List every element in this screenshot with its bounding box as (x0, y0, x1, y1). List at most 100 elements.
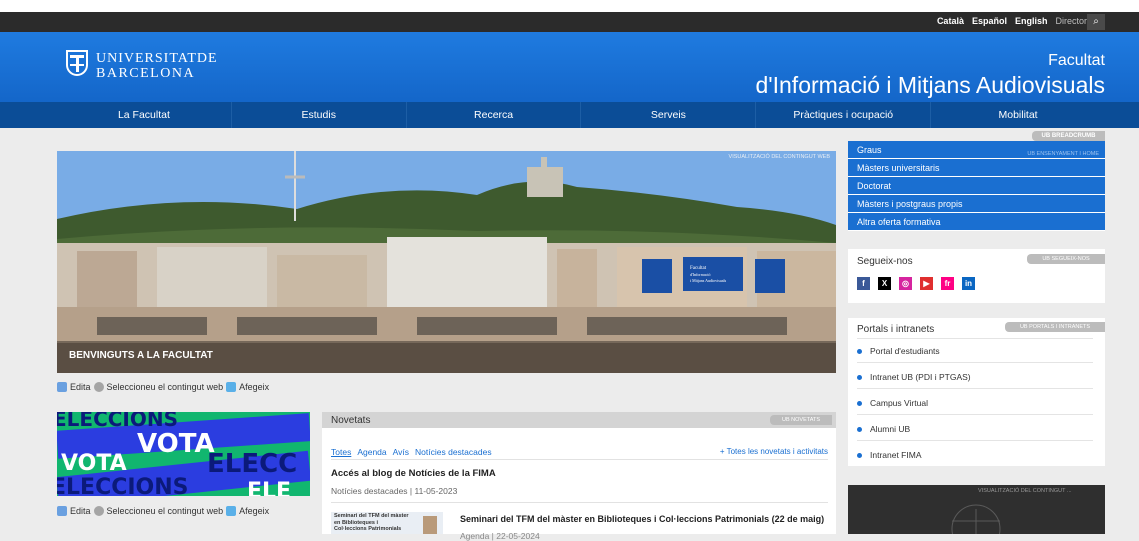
portal-item-intranet-ub[interactable]: Intranet UB (PDI i PTGAS) (857, 372, 971, 382)
bullet-icon (857, 348, 862, 354)
linkedin-icon[interactable]: in (962, 277, 975, 290)
add-icon (226, 506, 237, 516)
news-divider (331, 459, 828, 460)
select-content-link[interactable]: Seleccioneu el contingut web (107, 382, 224, 392)
building-sign-title: Facultat (690, 266, 707, 271)
news-tabs: Totes Agenda Avís Notícies destacades (331, 447, 492, 457)
nav-serveis[interactable]: Serveis (581, 102, 757, 128)
thumbnail-figure (423, 516, 437, 534)
news-tag: UB NOVETATS (770, 415, 832, 425)
news-panel: Novetats UB NOVETATS Totes Agenda Avís N… (322, 412, 836, 541)
facebook-icon[interactable]: f (857, 277, 870, 290)
tab-noticies-destacades[interactable]: Notícies destacades (415, 447, 492, 457)
follow-us-tag: UB SEGUEIX-NOS (1027, 254, 1105, 264)
follow-us-title: Segueix-nos (857, 256, 913, 267)
nav-la-facultat[interactable]: La Facultat (57, 102, 232, 128)
follow-us-panel: Segueix-nos UB SEGUEIX-NOS f X ◎ ▶ fr in (848, 249, 1105, 303)
lang-english[interactable]: English (1015, 16, 1048, 26)
hero-carousel[interactable]: Facultat d'Informació i Mitjans Audiovis… (57, 151, 836, 373)
nav-practiques[interactable]: Pràctiques i ocupació (756, 102, 932, 128)
ub-shield-logo-icon[interactable] (66, 50, 88, 76)
instagram-icon[interactable]: ◎ (899, 277, 912, 290)
portals-divider (857, 362, 1093, 363)
youtube-icon[interactable]: ▶ (920, 277, 933, 290)
select-content-link[interactable]: Seleccioneu el contingut web (107, 506, 224, 516)
elections-promo-banner[interactable]: ELECCIONS VOTA VOTA ELECC ELECCIONS ELE (57, 412, 310, 496)
news-item-thumbnail[interactable]: Seminari del TFM del màster en Biblioteq… (331, 512, 443, 534)
faculty-label: Facultat (1048, 52, 1105, 69)
university-name-line2[interactable]: BARCELONA (96, 66, 195, 82)
portal-item-label: Portal d'estudiants (870, 346, 940, 356)
news-item-title[interactable]: Seminari del TFM del màster en Biblioteq… (460, 514, 824, 524)
add-link[interactable]: Afegeix (239, 382, 269, 392)
tab-agenda[interactable]: Agenda (357, 447, 386, 457)
site-header: UNIVERSITATDE BARCELONA Facultat d'Infor… (0, 32, 1139, 102)
nav-recerca[interactable]: Recerca (407, 102, 582, 128)
x-icon[interactable]: X (878, 277, 891, 290)
portal-item-estudiants[interactable]: Portal d'estudiants (857, 346, 940, 356)
tab-totes[interactable]: Totes (331, 447, 351, 457)
news-title: Novetats (331, 415, 371, 426)
search-icon[interactable]: ⌕ (1087, 14, 1105, 30)
edit-icon (57, 506, 67, 516)
add-icon (226, 382, 237, 392)
social-icons: f X ◎ ▶ fr in (857, 277, 975, 290)
add-link[interactable]: Afegeix (239, 506, 269, 516)
flickr-icon[interactable]: fr (941, 277, 954, 290)
portals-divider (857, 414, 1093, 415)
news-item-title[interactable]: Accés al blog de Notícies de la FIMA (331, 468, 496, 479)
studies-item-masters[interactable]: Màsters universitaris (848, 159, 1105, 177)
news-item-meta: Notícies destacades | 11-05-2023 (331, 486, 458, 496)
building-sign-sub1: d'Informació (690, 272, 711, 277)
edit-toolbar-promo: Edita Seleccioneu el contingut web Afege… (57, 506, 269, 516)
news-item-meta: Agenda | 22-05-2024 (460, 531, 540, 541)
edit-toolbar-hero: Edita Seleccioneu el contingut web Afege… (57, 382, 269, 392)
language-bar: Català Español English Directori ⌕ (0, 12, 1139, 32)
portal-item-campus-virtual[interactable]: Campus Virtual (857, 398, 928, 408)
studies-item-doctorat[interactable]: Doctorat (848, 177, 1105, 195)
promo-word-4: ELECC (207, 449, 297, 479)
hero-photo: Facultat d'Informació i Mitjans Audiovis… (57, 151, 836, 373)
news-divider (331, 502, 828, 503)
language-switcher: Català Español English Directori (937, 16, 1089, 26)
studies-item-graus[interactable]: Graus UB ENSENYAMENT I HOME (848, 141, 1105, 159)
portals-divider (857, 338, 1093, 339)
directory-link[interactable]: Directori (1055, 16, 1089, 26)
dark-content-box[interactable]: VISUALITZACIÓ DEL CONTINGUT ... (848, 485, 1105, 534)
edit-link[interactable]: Edita (70, 506, 91, 516)
studies-item-label: Graus (857, 145, 882, 155)
hero-caption[interactable]: BENVINGUTS A LA FACULTAT (69, 350, 213, 361)
university-name-line1[interactable]: UNIVERSITATDE (96, 51, 218, 67)
portal-item-label: Campus Virtual (870, 398, 928, 408)
portals-title: Portals i intranets (857, 324, 935, 335)
news-header: Novetats UB NOVETATS (322, 412, 836, 428)
portal-item-label: Intranet UB (PDI i PTGAS) (870, 372, 971, 382)
portals-divider (857, 388, 1093, 389)
portal-item-alumni[interactable]: Alumni UB (857, 424, 910, 434)
studies-item-postgraus[interactable]: Màsters i postgraus propis (848, 195, 1105, 213)
top-white-strip (0, 0, 1139, 12)
faculty-name[interactable]: d'Informació i Mitjans Audiovisuals (755, 72, 1105, 99)
thumbnail-text: Seminari del TFM del màster en Biblioteq… (334, 513, 409, 532)
breadcrumb-tag: UB BREADCRUMB (1032, 131, 1105, 141)
nav-estudis[interactable]: Estudis (232, 102, 407, 128)
main-navigation: La Facultat Estudis Recerca Serveis Pràc… (0, 102, 1139, 128)
bullet-icon (857, 400, 862, 406)
portals-tag: UB PORTALS I INTRANETS (1005, 322, 1105, 332)
lang-espanol[interactable]: Español (972, 16, 1007, 26)
tab-avis[interactable]: Avís (393, 447, 409, 457)
edit-icon (57, 382, 67, 392)
portal-item-label: Intranet FIMA (870, 450, 922, 460)
studies-item-altra-oferta[interactable]: Altra oferta formativa (848, 213, 1105, 231)
nav-mobilitat[interactable]: Mobilitat (931, 102, 1105, 128)
gear-icon (93, 506, 104, 516)
portals-panel: Portals i intranets UB PORTALS I INTRANE… (848, 318, 1105, 466)
gear-icon (93, 382, 104, 392)
edit-link[interactable]: Edita (70, 382, 91, 392)
bullet-icon (857, 374, 862, 380)
building-sign-sub2: i Mitjans Audiovisuals (690, 278, 727, 283)
lang-catala[interactable]: Català (937, 16, 964, 26)
all-news-link[interactable]: + Totes les novetats i activitats (720, 447, 828, 456)
portal-item-intranet-fima[interactable]: Intranet FIMA (857, 450, 922, 460)
hero-viz-tag: VISUALITZACIÓ DEL CONTINGUT WEB (728, 154, 830, 160)
